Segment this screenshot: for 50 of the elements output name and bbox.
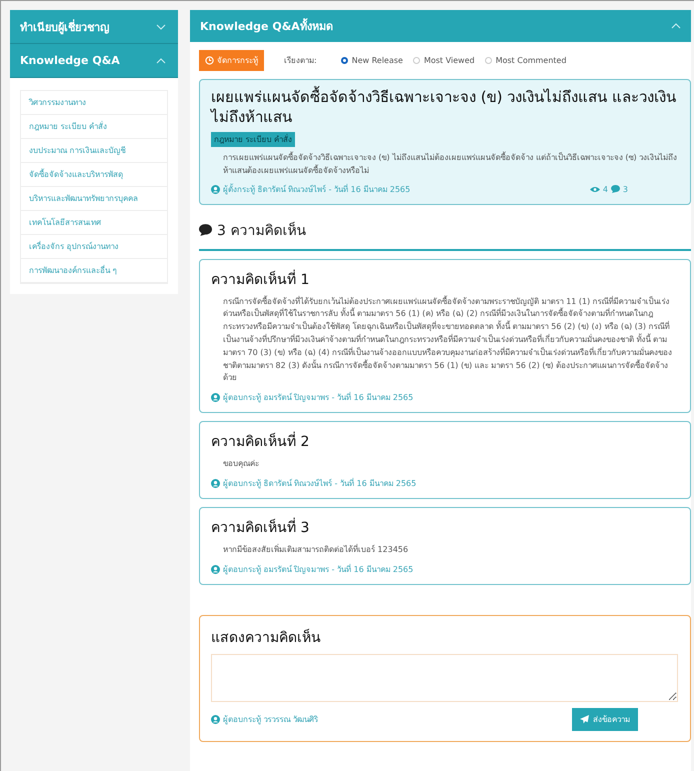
- comments-heading: 3 ความคิดเห็น: [217, 220, 306, 241]
- comment-icon: [610, 185, 620, 194]
- topic-title: เผยแพร่แผนจัดซื้อจัดจ้างวิธีเฉพาะเจาะจง (ข) วงเงินไม่ถึงแสน และวงเงินไม่ถึงห้าแสน: [211, 88, 678, 127]
- accordion-header[interactable]: ทำเนียบผู้เชี่ยวชาญ: [10, 10, 178, 44]
- author-meta: ผู้ตอบกระทู้ วรวรรณ วัฒนศิริ: [223, 714, 318, 726]
- user-icon: [211, 478, 220, 488]
- author-meta: ผู้ตอบกระทู้ อมรรัตน์ ปิญจมาพร - วันที่ 16 มีนาคม 2565: [223, 563, 414, 576]
- comment-count: 3: [622, 184, 628, 194]
- user-icon: [211, 393, 220, 402]
- panel-header[interactable]: Knowledge Q&Aทั้งหมด: [190, 10, 691, 42]
- category-tag[interactable]: กฎหมาย ระเบียบ คำสั่ง: [211, 132, 296, 147]
- user-icon: [211, 184, 220, 194]
- clock-icon: [205, 56, 214, 65]
- user-icon: [211, 564, 220, 574]
- comment-icon: [199, 224, 212, 236]
- send-button[interactable]: ส่งข้อความ: [572, 708, 638, 731]
- radio-button[interactable]: [340, 57, 348, 64]
- chevron-icon: [156, 24, 166, 30]
- comment-title: ความคิดเห็นที่ 1: [211, 268, 310, 290]
- comment-body: หากมีข้อสงสัยเพิ่มเติมสามารถติดต่อได้ที่เบอร์ 123456: [223, 544, 410, 556]
- comment-body: ขอบคุณค่ะ: [223, 458, 260, 470]
- comment-body: กรณีการจัดซื้อจัดจ้างที่ได้รับยกเว้นไม่ต้องประกาศเผยแพร่แผนจัดซื้อจัดจ้างตามพระราชบัญญัติ มาตรา 11 (1) กรณีที่มีความจำเป็นเร่งด่วนหรือเป็นพัสดุที่ใช้ในราชการลับ ทั้งนี้ ตามมาตรา 56 (1) (ค) หรือ (ฉ) (2) กรณีที่มีวงเงินในการจัดซื้อจัดจ้างตามที่กำหนดในกฎกระทรวงหรือมีความจำเป็นต้องใช้พัสดุ โดยฉุกเฉินหรือเป็นพัสดุที่จะขายทอดตลาด ทั้งนี้ ตามมาตรา 56 (2) (ข) (ง) หรือ (ฉ) (3) กรณีที่เป็นงานจ้างที่ปรึกษาที่มีวงเงินค่าจ้างตามที่กำหนดในกฎกระทรวงหรือที่มีความจำเป็นเร่งด่วนหรือที่เกี่ยวกับความมั่นคงของชาติ ทั้งนี้ ตามมาตรา 70 (3) (ข) หรือ (ฉ) (4) กรณีที่เป็นงานจ้างออกแบบหรือควบคุมงานก่อสร้างที่มีความจำเป็นเร่งด่วนหรือที่เกี่ยวกับความมั่นคงของชาติตามมาตรา 82 (3) ดังนั้น กรณีการจัดซื้อจัดจ้างตามมาตรา 56 (1) (ข) และ มาตรา 56 (2) (ซ) ต้องประกาศแผนการจัดซื้อจัดจ้างด้วย: [223, 296, 674, 384]
- category-link[interactable]: เทคโนโลยีสารสนเทศ: [21, 211, 167, 235]
- user-icon: [211, 714, 220, 724]
- author-meta: ผู้ตอบกระทู้ ธิดารัตน์ ทิณวงษ์ไพร์ - วันที่ 16 มีนาคม 2565: [223, 477, 416, 490]
- category-link[interactable]: การพัฒนาองค์กรและอื่น ๆ: [21, 259, 167, 283]
- send-icon: [580, 714, 589, 724]
- manage-button[interactable]: จัดการกระทู้: [199, 50, 264, 71]
- chevron-icon: [156, 58, 166, 64]
- eye-icon: [590, 186, 600, 193]
- accordion-header[interactable]: Knowledge Q&A: [10, 44, 178, 78]
- chevron-icon: [671, 23, 681, 29]
- comment-title: ความคิดเห็นที่ 2: [211, 430, 678, 452]
- category-link[interactable]: กฎหมาย ระเบียบ คำสั่ง: [21, 115, 167, 139]
- sort-label: เรียงตาม:: [284, 55, 317, 67]
- category-link[interactable]: วิศวกรรมงานทาง: [21, 91, 167, 115]
- category-link[interactable]: งบประมาณ การเงินและบัญชี: [21, 139, 167, 163]
- sort-option[interactable]: Most Viewed: [412, 56, 475, 65]
- sort-option[interactable]: Most Commented: [484, 56, 566, 65]
- category-link[interactable]: เครื่องจักร อุปกรณ์งานทาง: [21, 235, 167, 259]
- author-meta: ผู้ตอบกระทู้ อมรรัตน์ ปิญจมาพร - วันที่ 16 มีนาคม 2565: [223, 391, 414, 404]
- category-link[interactable]: จัดซื้อจัดจ้างและบริหารพัสดุ: [21, 163, 167, 187]
- form-title: แสดงความคิดเห็น: [211, 628, 322, 648]
- author-meta: ผู้ตั้งกระทู้ ธิดารัตน์ ทิณวงษ์ไพร์ - วันที่ 16 มีนาคม 2565: [223, 182, 410, 196]
- comment-title: ความคิดเห็นที่ 3: [211, 516, 310, 538]
- comment-input[interactable]: [211, 654, 678, 702]
- view-count: 4: [602, 184, 608, 194]
- topic-body: การเผยแพร่แผนจัดซื้อจัดจ้างวิธีเฉพาะเจาะจง (ข) ไม่ถึงแสนไม่ต้องเผยแพร่แผนจัดซื้อจัดจ้าง แต่ถ้าเป็นวิธีเฉพาะเจาะจง (ซ) วงเงินไม่ถึงห้าแสนต้องเผยแพร่แผนจัดซื้อจัดจ้างหรือไม่: [223, 152, 678, 177]
- sort-option[interactable]: New Release: [340, 56, 403, 65]
- category-link[interactable]: บริหารและพัฒนาทรัพยากรบุคคล: [21, 187, 167, 211]
